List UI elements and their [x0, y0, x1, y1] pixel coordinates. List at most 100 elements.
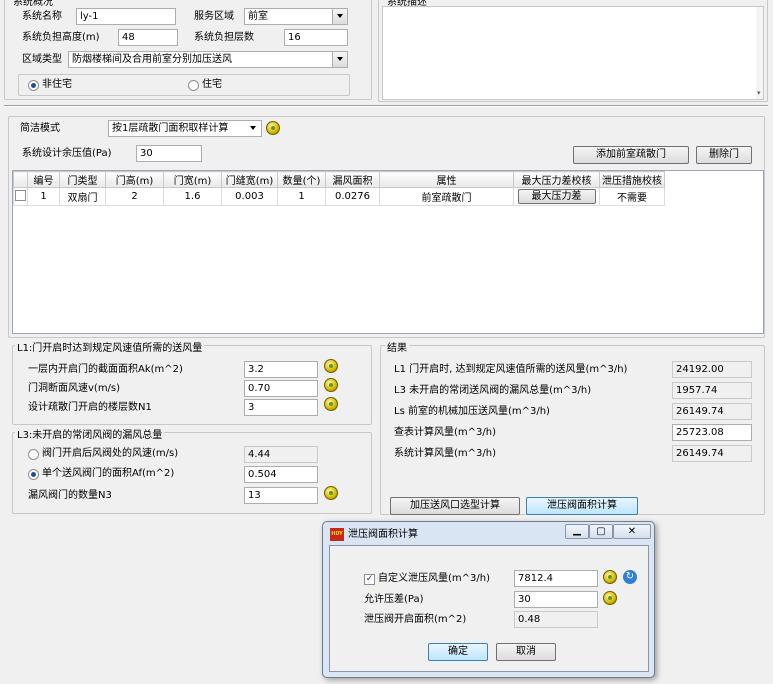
l1-floors-label: 设计疏散门开启的楼层数N1	[28, 402, 152, 413]
dialog-client	[329, 545, 649, 672]
column-header: 编号	[27, 171, 60, 188]
result-l3-value: 1957.74	[672, 382, 752, 399]
radio-valve-area[interactable]	[28, 469, 39, 480]
relief-area-button[interactable]: 泄压阀面积计算	[526, 497, 638, 515]
result-ls-value: 26149.74	[672, 403, 752, 420]
delete-door-button[interactable]: 删除门	[696, 146, 752, 164]
minimize-button[interactable]: ▁	[565, 524, 589, 539]
allowed-pressure-input[interactable]: 30	[514, 591, 598, 608]
door-table: 编号 门类型 门高(m) 门宽(m) 门缝宽(m) 数量(个) 漏风面积 属性 …	[13, 171, 665, 206]
door-width-cell: 1.6	[163, 187, 222, 206]
close-icon: ✕	[627, 526, 637, 537]
system-overview-title: 系统概况	[11, 0, 55, 8]
section-divider	[4, 105, 768, 107]
l1-floors-input[interactable]: 3	[244, 399, 318, 416]
door-attr-cell: 前室疏散门	[379, 187, 514, 206]
zone-type-select[interactable]: 防烟楼梯间及合用前室分别加压送风	[68, 51, 348, 68]
ok-button[interactable]: 确定	[428, 643, 488, 661]
pressure-input[interactable]: 30	[136, 145, 202, 162]
service-area-label: 服务区域	[194, 11, 234, 22]
maximize-button[interactable]: ▢	[589, 524, 613, 539]
hint-bulb-icon[interactable]	[324, 486, 338, 500]
l3-velocity-input[interactable]: 4.44	[244, 446, 318, 463]
height-input[interactable]: 48	[118, 29, 178, 46]
relief-area-output: 0.48	[514, 611, 598, 628]
column-header: 漏风面积	[325, 171, 380, 188]
result-l1-value: 24192.00	[672, 361, 752, 378]
floors-input[interactable]: 16	[284, 29, 348, 46]
door-count-cell: 1	[277, 187, 326, 206]
row-checkbox[interactable]	[15, 189, 26, 201]
result-table-value[interactable]: 25723.08	[672, 424, 752, 441]
height-label: 系统负担高度(m)	[22, 32, 100, 43]
l3-count-input[interactable]: 13	[244, 487, 318, 504]
row-select-cell[interactable]	[13, 187, 28, 206]
l1-title: L1:门开启时达到规定风速值所需的送风量	[15, 339, 205, 354]
relief-area-label: 泄压阀开启面积(m^2)	[364, 614, 467, 625]
hint-bulb-icon[interactable]	[324, 397, 338, 411]
chevron-down-icon	[246, 121, 261, 136]
service-area-select[interactable]: 前室	[244, 8, 348, 25]
scroll-down-icon[interactable]: ▾	[757, 86, 761, 100]
close-button[interactable]: ✕	[613, 524, 651, 539]
result-system-value: 26149.74	[672, 445, 752, 462]
custom-relief-checkbox[interactable]: ✓	[364, 574, 375, 585]
door-gap-cell: 0.003	[221, 187, 278, 206]
custom-relief-label: 自定义泄压风量(m^3/h)	[378, 573, 490, 584]
result-l3-label: L3 未开启的常闭送风阀的漏风总量(m^3/h)	[394, 385, 592, 396]
door-id-cell: 1	[27, 187, 60, 206]
hint-bulb-icon[interactable]	[603, 591, 617, 605]
select-column-header	[13, 171, 28, 188]
column-header: 门宽(m)	[163, 171, 222, 188]
table-header-row: 编号 门类型 门高(m) 门宽(m) 门缝宽(m) 数量(个) 漏风面积 属性 …	[13, 171, 665, 188]
max-pressure-button[interactable]: 最大压力差	[517, 189, 596, 204]
l1-area-input[interactable]: 3.2	[244, 361, 318, 378]
relief-check-cell: 不需要	[599, 187, 665, 206]
result-l1-label: L1 门开启时, 达到规定风速值所需的送风量(m^3/h)	[394, 364, 628, 375]
system-name-input[interactable]: ly-1	[76, 8, 176, 25]
maximize-icon: ▢	[596, 526, 606, 537]
hint-bulb-icon[interactable]	[324, 378, 338, 392]
column-header: 门类型	[59, 171, 106, 188]
radio-residential-label: 住宅	[202, 79, 222, 90]
hint-bulb-icon[interactable]	[603, 570, 617, 584]
door-height-cell: 2	[105, 187, 164, 206]
dialog-title: 泄压阀面积计算	[348, 529, 418, 540]
column-header: 门缝宽(m)	[221, 171, 278, 188]
zone-type-label: 区域类型	[22, 54, 62, 65]
radio-valve-velocity[interactable]	[28, 449, 39, 460]
refresh-icon[interactable]: ↻	[623, 570, 637, 584]
chevron-down-icon	[332, 9, 347, 24]
l3-radio2-label: 单个送风阀门的面积Af(m^2)	[42, 468, 175, 479]
result-ls-label: Ls 前室的机械加压送风量(m^3/h)	[394, 406, 550, 417]
column-header: 数量(个)	[277, 171, 326, 188]
max-pressure-cell: 最大压力差	[513, 187, 600, 206]
l3-radio1-label: 阀门开启后风阀处的风速(m/s)	[42, 448, 179, 459]
hint-bulb-icon[interactable]	[266, 121, 280, 135]
column-header: 属性	[379, 171, 514, 188]
radio-residential[interactable]	[188, 80, 199, 91]
column-header: 泄压措施校核	[599, 171, 665, 188]
chevron-down-icon	[332, 52, 347, 67]
l3-title: L3:未开启的常闭风阀的漏风总量	[15, 426, 165, 441]
cancel-button[interactable]: 取消	[496, 643, 556, 661]
l3-area-input[interactable]: 0.504	[244, 466, 318, 483]
table-row[interactable]: 1 双扇门 2 1.6 0.003 1 0.0276 前室疏散门 最大压力差 不…	[13, 187, 665, 206]
l1-velocity-input[interactable]: 0.70	[244, 380, 318, 397]
minimize-icon: ▁	[573, 525, 581, 536]
results-title: 结果	[385, 339, 409, 354]
column-header: 最大压力差校核	[513, 171, 600, 188]
hint-bulb-icon[interactable]	[324, 359, 338, 373]
l3-count-label: 漏风阀门的数量N3	[28, 490, 112, 501]
l1-area-label: 一层内开启门的截面面积Ak(m^2)	[28, 364, 183, 375]
mode-select[interactable]: 按1层疏散门面积取样计算	[108, 120, 262, 137]
system-description-textarea[interactable]	[382, 6, 764, 100]
service-area-value: 前室	[248, 11, 268, 22]
mode-label: 简洁模式	[20, 123, 60, 134]
outlet-selection-button[interactable]: 加压送风口选型计算	[390, 497, 520, 515]
radio-nonresidential[interactable]	[28, 80, 39, 91]
custom-relief-input[interactable]: 7812.4	[514, 570, 598, 587]
allowed-pressure-label: 允许压差(Pa)	[364, 594, 424, 605]
add-door-button[interactable]: 添加前室疏散门	[573, 146, 689, 164]
mode-value: 按1层疏散门面积取样计算	[112, 123, 229, 134]
